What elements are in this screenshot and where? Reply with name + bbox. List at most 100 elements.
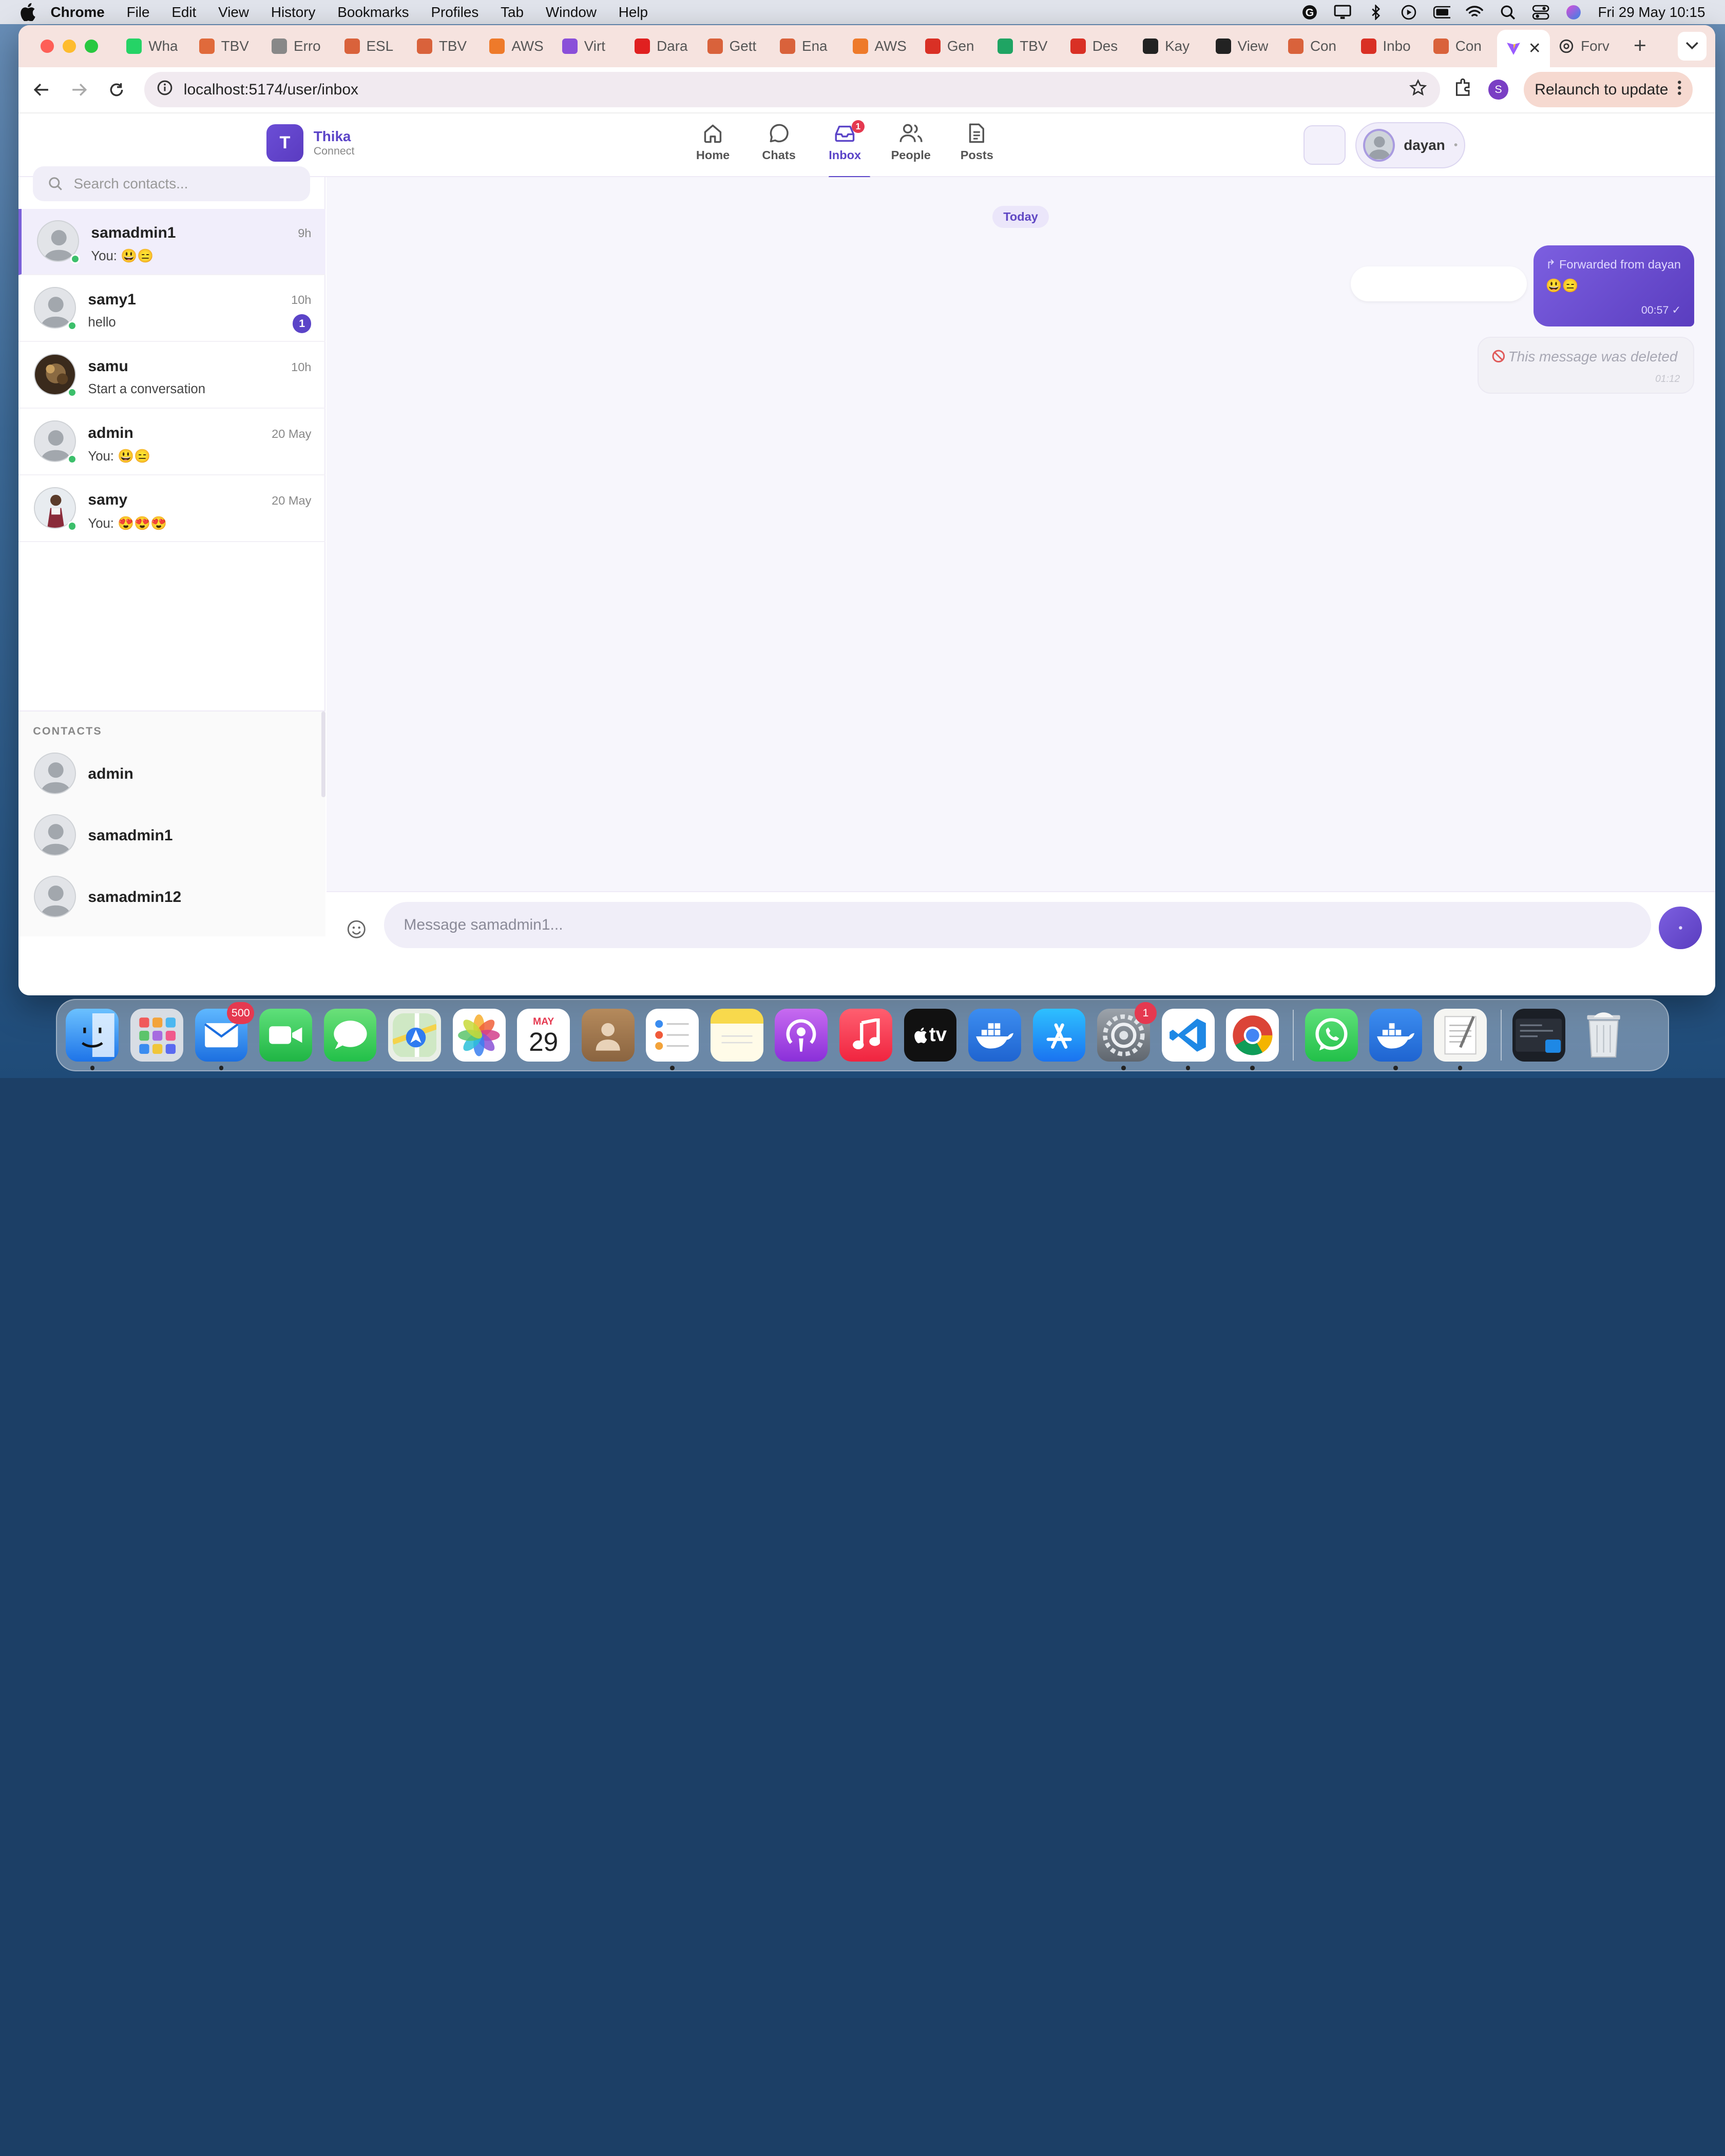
menu-edit[interactable]: Edit xyxy=(171,4,196,21)
browser-tab[interactable]: Con xyxy=(1425,30,1497,63)
display-icon[interactable] xyxy=(1334,5,1351,20)
header-action-button[interactable] xyxy=(1304,125,1346,165)
browser-tab[interactable]: Erro xyxy=(263,30,335,63)
menu-view[interactable]: View xyxy=(218,4,249,21)
contacts-scrollbar[interactable] xyxy=(321,711,326,798)
menu-history[interactable]: History xyxy=(271,4,316,21)
browser-tab[interactable]: Des xyxy=(1062,30,1134,63)
menu-help[interactable]: Help xyxy=(619,4,648,21)
browser-tab[interactable]: Virt xyxy=(553,30,626,63)
contact-item[interactable]: admin xyxy=(18,742,325,804)
browser-tab[interactable]: Ena xyxy=(771,30,844,63)
contact-item[interactable]: samadmin12 xyxy=(18,865,325,927)
forward-arrow-icon[interactable] xyxy=(61,73,98,106)
url-text[interactable]: localhost:5174/user/inbox xyxy=(184,81,358,99)
menu-bookmarks[interactable]: Bookmarks xyxy=(337,4,409,21)
browser-tab[interactable]: Wha xyxy=(118,30,190,63)
menu-app-name[interactable]: Chrome xyxy=(51,4,105,21)
tab-last[interactable]: Forv xyxy=(1550,30,1622,63)
system-settings-dock-icon[interactable]: 1 xyxy=(1097,1002,1157,1070)
contact-item[interactable]: samadmin1 xyxy=(18,804,325,865)
nav-chats[interactable]: Chats xyxy=(746,122,812,177)
minimize-window-button[interactable] xyxy=(63,40,76,53)
bookmark-star-icon[interactable] xyxy=(1409,79,1427,101)
docker-desktop-dock-icon[interactable] xyxy=(1369,1008,1423,1070)
music-dock-icon[interactable] xyxy=(839,1008,892,1062)
conversation-item[interactable]: samadmin1 You: 😃😑 9h xyxy=(18,209,326,275)
textedit-dock-icon[interactable] xyxy=(1433,1008,1487,1070)
apple-tv-dock-icon[interactable]: tv xyxy=(904,1008,957,1062)
browser-tab[interactable]: Gen xyxy=(916,30,989,63)
message-input[interactable]: Message samadmin1... xyxy=(384,901,1652,948)
emoji-picker-button[interactable] xyxy=(347,919,367,944)
back-arrow-icon[interactable] xyxy=(23,73,61,106)
conversation-item[interactable]: samu Start a conversation 10h xyxy=(18,342,326,409)
podcasts-dock-icon[interactable] xyxy=(775,1008,828,1062)
browser-tab[interactable]: TBV xyxy=(408,30,481,63)
app-store-dock-icon[interactable] xyxy=(1032,1008,1086,1062)
launchpad-dock-icon[interactable] xyxy=(130,1008,183,1062)
deleted-message-bubble[interactable]: This message was deleted 01:12 xyxy=(1477,336,1694,394)
menubar-clock[interactable]: Fri 29 May 10:15 xyxy=(1598,4,1705,21)
whatsapp-dock-icon[interactable] xyxy=(1305,1008,1358,1062)
empty-message-bubble[interactable] xyxy=(1351,266,1527,302)
docker-dock-icon[interactable] xyxy=(968,1008,1021,1062)
notes-dock-icon[interactable] xyxy=(710,1008,763,1062)
new-tab-button[interactable]: + xyxy=(1634,33,1646,59)
reminders-dock-icon[interactable] xyxy=(646,1008,699,1070)
browser-tab[interactable]: Gett xyxy=(699,30,771,63)
extensions-puzzle-icon[interactable] xyxy=(1453,78,1473,102)
menu-profiles[interactable]: Profiles xyxy=(431,4,478,21)
vscode-dock-icon[interactable] xyxy=(1161,1008,1215,1070)
maps-dock-icon[interactable] xyxy=(388,1008,441,1062)
conversation-item[interactable]: samy1 hello 10h 1 xyxy=(18,276,326,342)
facetime-dock-icon[interactable] xyxy=(259,1008,312,1062)
menu-window[interactable]: Window xyxy=(546,4,597,21)
calendar-dock-icon[interactable]: MAY 29 xyxy=(517,1008,570,1062)
browser-tab[interactable]: AWS xyxy=(481,30,553,63)
forwarded-message-bubble[interactable]: ↱ Forwarded from dayan 😃😑 00:57 ✓ xyxy=(1534,245,1694,327)
conversation-item[interactable]: samy You: 😍😍😍 20 May xyxy=(18,476,326,542)
conversation-item[interactable]: admin You: 😃😑 20 May xyxy=(18,409,326,475)
apple-icon[interactable] xyxy=(20,3,37,21)
profile-avatar[interactable]: S xyxy=(1488,80,1508,100)
browser-tab[interactable]: TBV xyxy=(190,30,263,63)
messages-dock-icon[interactable] xyxy=(323,1008,377,1062)
play-icon[interactable] xyxy=(1400,5,1417,20)
more-vertical-icon[interactable] xyxy=(1677,80,1682,100)
reload-icon[interactable] xyxy=(98,73,136,106)
close-tab-icon[interactable]: ✕ xyxy=(1528,40,1541,57)
browser-tab[interactable]: AWS xyxy=(844,30,916,63)
browser-tab[interactable]: Inbo xyxy=(1352,30,1424,63)
maximize-window-button[interactable] xyxy=(84,40,98,53)
user-menu[interactable]: dayan • xyxy=(1355,122,1466,168)
nav-people[interactable]: People xyxy=(878,122,944,177)
finder-dock-icon[interactable] xyxy=(66,1008,119,1070)
address-bar[interactable]: localhost:5174/user/inbox xyxy=(144,72,1440,107)
browser-tab[interactable]: Kay xyxy=(1134,30,1206,63)
tab-search-chevron-icon[interactable] xyxy=(1677,32,1707,61)
nav-home[interactable]: Home xyxy=(680,122,746,177)
nav-inbox[interactable]: 1 Inbox xyxy=(812,120,878,179)
nav-posts[interactable]: Posts xyxy=(944,122,1010,177)
bluetooth-icon[interactable] xyxy=(1367,4,1385,20)
tab-active-inbox[interactable]: ✕ xyxy=(1497,29,1550,67)
site-info-icon[interactable] xyxy=(157,80,172,100)
contacts-dock-icon[interactable] xyxy=(581,1008,635,1062)
menu-tab[interactable]: Tab xyxy=(501,4,524,21)
trash-dock-icon[interactable] xyxy=(1577,1009,1630,1062)
mail-dock-icon[interactable]: 500 xyxy=(195,1002,255,1070)
siri-icon[interactable] xyxy=(1565,5,1582,20)
wifi-icon[interactable] xyxy=(1466,5,1484,20)
browser-tab[interactable]: ESL xyxy=(335,30,408,63)
relaunch-to-update-button[interactable]: Relaunch to update xyxy=(1523,72,1693,107)
browser-tab[interactable]: Con xyxy=(1279,30,1352,63)
close-window-button[interactable] xyxy=(41,40,54,53)
send-button[interactable] xyxy=(1659,906,1702,950)
browser-tab[interactable]: TBV xyxy=(989,30,1061,63)
grammarly-icon[interactable]: G xyxy=(1301,5,1318,20)
menu-file[interactable]: File xyxy=(127,4,150,21)
chrome-dock-icon[interactable] xyxy=(1226,1008,1279,1070)
control-center-icon[interactable] xyxy=(1532,5,1549,20)
recent-window-dock-icon[interactable] xyxy=(1512,1008,1565,1062)
